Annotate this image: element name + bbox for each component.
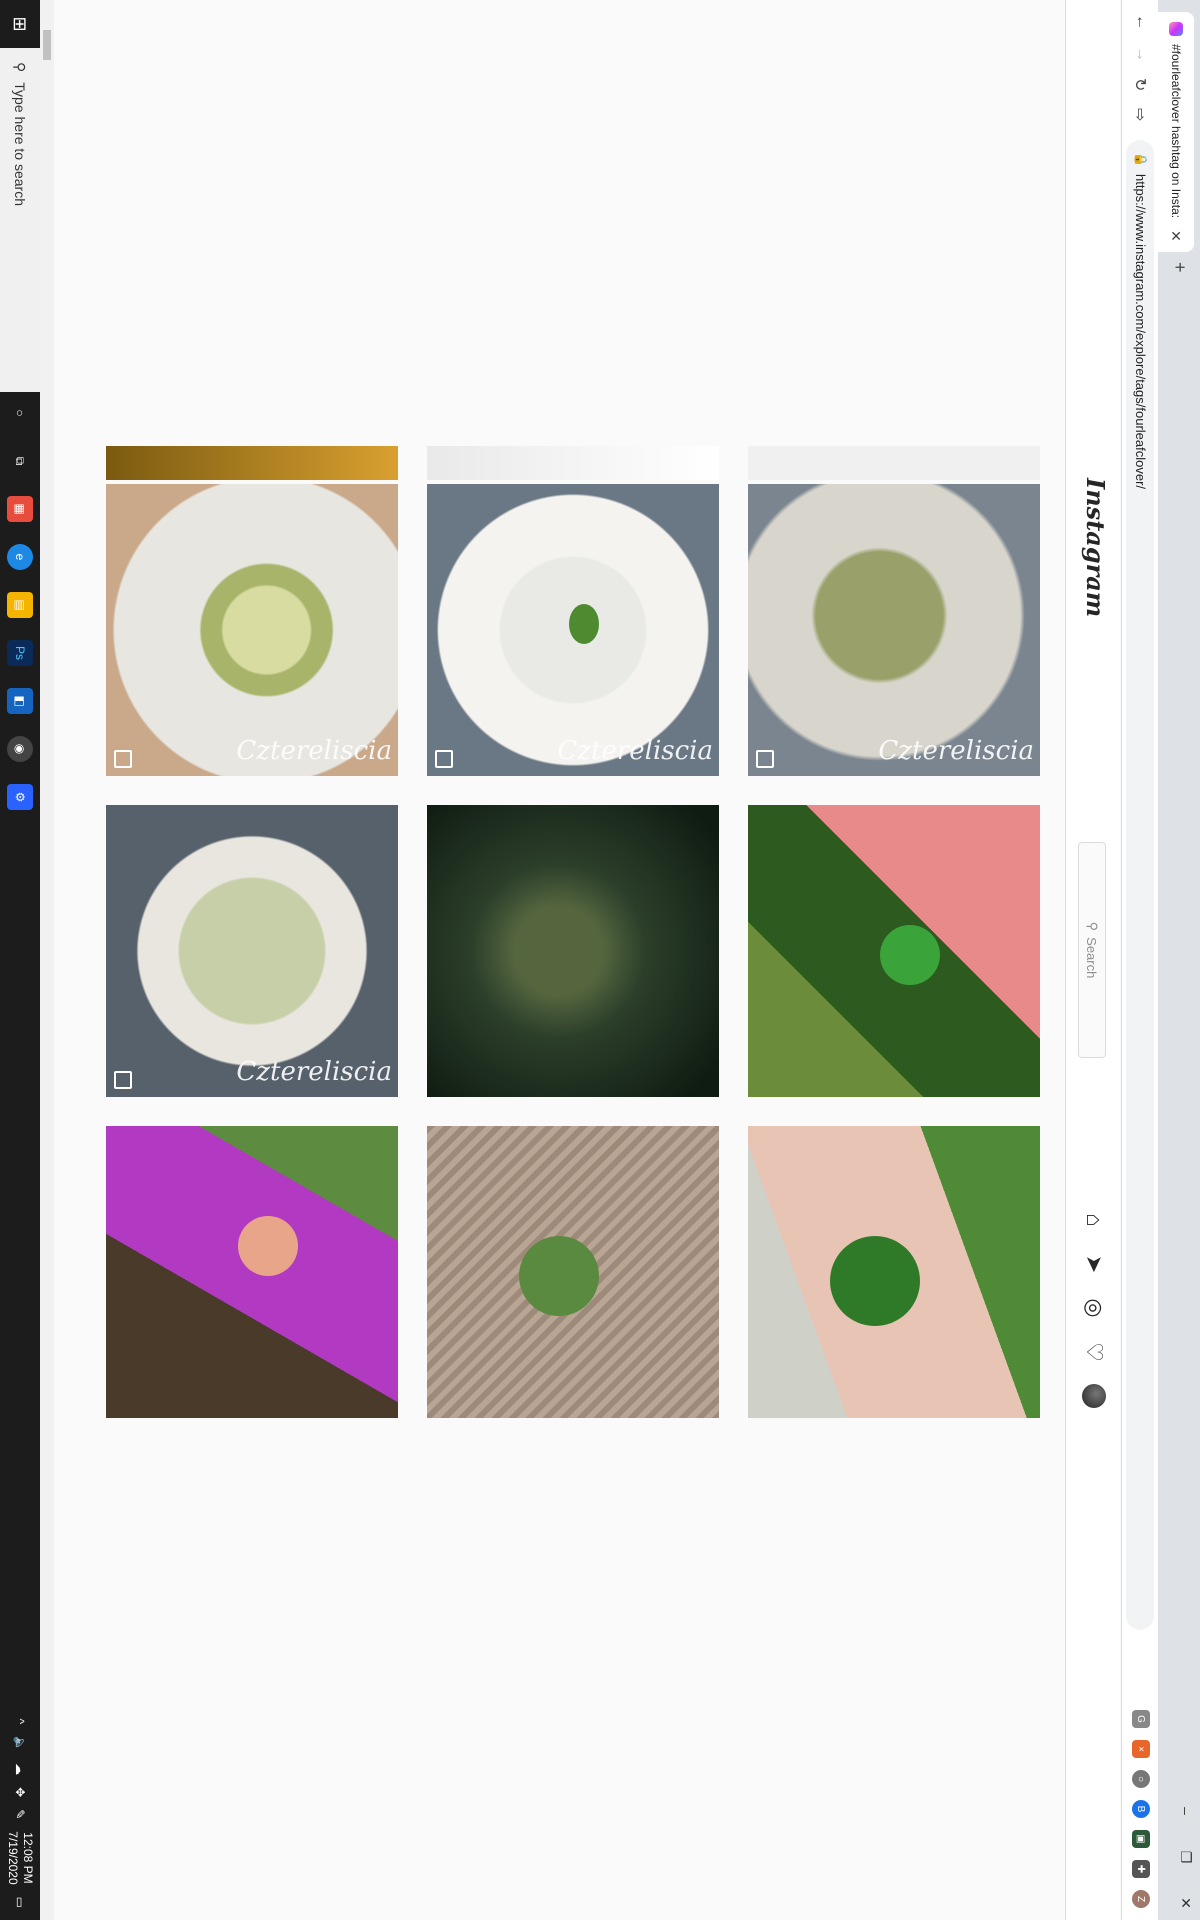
- system-tray: ^ 🔈 ☁ ✥ ✎ 12:08 PM 7/19/2020 ▭: [0, 1719, 40, 1920]
- browser-toolbar: ← → ↻ ⇨ 🔒 https://www.instagram.com/expl…: [1121, 0, 1158, 1920]
- close-window-button[interactable]: ✕: [1177, 1894, 1194, 1912]
- chrome-icon[interactable]: ◉: [7, 736, 33, 762]
- screen: #fourleafclover hashtag on Insta: ✕ + – …: [0, 0, 1200, 1920]
- horizontal-scrollbar[interactable]: [40, 0, 54, 1920]
- share-icon[interactable]: ⇨: [1130, 108, 1150, 121]
- instagram-nav: ⌂ ➤ ◎ ♡: [1082, 1208, 1107, 1408]
- search-icon: ⚲: [1085, 921, 1100, 932]
- window-controls: – ❐ ✕: [1177, 1802, 1194, 1912]
- clock-time: 12:08 PM: [21, 1832, 35, 1884]
- direct-icon[interactable]: ➤: [1082, 1252, 1107, 1276]
- rotated-desktop: #fourleafclover hashtag on Insta: ✕ + – …: [0, 0, 1200, 1920]
- instagram-header: Instagram ⚲ Search ⌂ ➤ ◎ ♡: [1065, 0, 1120, 1920]
- multi-post-icon: [756, 750, 774, 768]
- notification-icon[interactable]: ▭: [13, 1897, 27, 1908]
- chevron-up-icon[interactable]: ^: [13, 1719, 27, 1725]
- post-tile[interactable]: [427, 1126, 719, 1418]
- pen-icon[interactable]: ✎: [13, 1809, 27, 1819]
- tab-close-icon[interactable]: ✕: [1168, 230, 1185, 242]
- post-tile[interactable]: Cztereliscia: [748, 484, 1040, 776]
- post-tile[interactable]: [748, 805, 1040, 1097]
- explore-icon[interactable]: ◎: [1082, 1296, 1107, 1320]
- post-tile[interactable]: [106, 1126, 398, 1418]
- edge-icon[interactable]: e: [7, 544, 33, 570]
- outlook-icon[interactable]: ◧: [7, 688, 33, 714]
- multi-post-icon: [114, 1071, 132, 1089]
- extension-photo-icon[interactable]: ▣: [1132, 1830, 1150, 1848]
- extensions-puzzle-icon[interactable]: ✚: [1132, 1860, 1150, 1878]
- settings-gear-icon[interactable]: ⚙: [7, 784, 33, 810]
- reload-icon[interactable]: ↻: [1130, 78, 1150, 91]
- browser-tab[interactable]: #fourleafclover hashtag on Insta: ✕: [1158, 12, 1194, 252]
- post-tile[interactable]: [748, 1126, 1040, 1418]
- post-tile[interactable]: Cztereliscia: [106, 484, 398, 776]
- extension-b-icon[interactable]: B: [1132, 1800, 1150, 1818]
- clock[interactable]: 12:08 PM 7/19/2020: [5, 1831, 35, 1884]
- instagram-favicon-icon: [1169, 22, 1183, 36]
- onedrive-icon[interactable]: ☁: [13, 1763, 27, 1775]
- watermark: Cztereliscia: [236, 1057, 392, 1087]
- taskbar-search[interactable]: ⚲ Type here to search: [0, 48, 40, 392]
- forward-icon[interactable]: →: [1132, 46, 1150, 62]
- watermark: Cztereliscia: [878, 736, 1034, 766]
- volume-icon[interactable]: 🔈: [13, 1736, 27, 1751]
- windows-start-icon[interactable]: ⊞: [0, 0, 40, 48]
- search-input[interactable]: ⚲ Search: [1078, 842, 1106, 1058]
- tab-strip: #fourleafclover hashtag on Insta: ✕ + – …: [1158, 0, 1200, 1920]
- new-tab-button[interactable]: +: [1169, 262, 1190, 273]
- scrollbar-thumb[interactable]: [43, 30, 51, 60]
- extension-g-icon[interactable]: G: [1132, 1710, 1150, 1728]
- partial-tile[interactable]: [106, 446, 398, 480]
- multi-post-icon: [114, 750, 132, 768]
- post-tile[interactable]: Cztereliscia: [427, 484, 719, 776]
- instagram-logo[interactable]: Instagram: [1081, 478, 1110, 617]
- taskbar-search-placeholder: Type here to search: [12, 82, 28, 207]
- taskbar-apps: ○ ⧉ ▦ e ▤ Ps ◧ ◉ ⚙: [0, 400, 40, 810]
- cortana-icon[interactable]: ○: [7, 400, 33, 426]
- clock-date: 7/19/2020: [6, 1831, 20, 1885]
- extension-x-icon[interactable]: ×: [1132, 1740, 1150, 1758]
- post-tile[interactable]: Cztereliscia: [106, 805, 398, 1097]
- task-view-icon[interactable]: ⧉: [7, 448, 33, 474]
- profile-avatar-icon[interactable]: Z: [1132, 1890, 1150, 1908]
- avatar[interactable]: [1082, 1384, 1106, 1408]
- url-text: https://www.instagram.com/explore/tags/f…: [1133, 174, 1148, 490]
- home-icon[interactable]: ⌂: [1082, 1208, 1107, 1232]
- office-icon[interactable]: ▦: [7, 496, 33, 522]
- address-bar[interactable]: 🔒 https://www.instagram.com/explore/tags…: [1126, 140, 1154, 1630]
- partial-tile[interactable]: [748, 446, 1040, 480]
- restore-button[interactable]: ❐: [1177, 1848, 1194, 1866]
- extension-circle-icon[interactable]: ○: [1132, 1770, 1150, 1788]
- file-explorer-icon[interactable]: ▤: [7, 592, 33, 618]
- watermark: Cztereliscia: [557, 736, 713, 766]
- post-tile[interactable]: [427, 805, 719, 1097]
- watermark: Cztereliscia: [236, 736, 392, 766]
- search-icon: ⚲: [12, 62, 29, 73]
- extensions: G × ○ B ▣ ✚ Z: [1132, 1710, 1150, 1908]
- partial-tile[interactable]: [427, 446, 719, 480]
- minimize-button[interactable]: –: [1177, 1802, 1194, 1820]
- dropbox-icon[interactable]: ✥: [13, 1787, 27, 1797]
- multi-post-icon: [435, 750, 453, 768]
- photoshop-icon[interactable]: Ps: [7, 640, 33, 666]
- heart-icon[interactable]: ♡: [1082, 1340, 1107, 1364]
- search-placeholder: Search: [1084, 937, 1100, 979]
- tab-title: #fourleafclover hashtag on Insta:: [1169, 44, 1183, 219]
- lock-icon: 🔒: [1134, 152, 1148, 167]
- back-icon[interactable]: ←: [1132, 14, 1150, 30]
- windows-taskbar: ⊞ ⚲ Type here to search ○ ⧉ ▦ e ▤ Ps ◧ ◉…: [0, 0, 40, 1920]
